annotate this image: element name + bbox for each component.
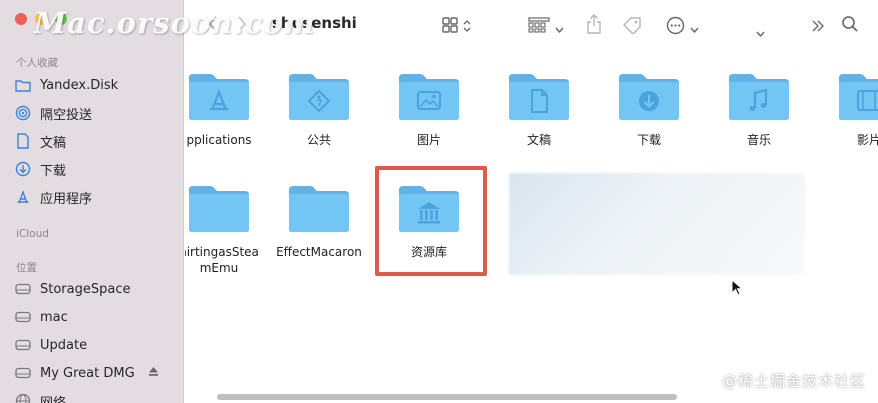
search-icon bbox=[841, 15, 859, 37]
more-toolbar-items-button[interactable] bbox=[811, 18, 825, 37]
toolbar-dropdown-button[interactable] bbox=[756, 22, 765, 41]
group-button[interactable] bbox=[528, 17, 564, 37]
sidebar-item-label: 文稿 bbox=[40, 135, 67, 151]
folder-label: 图片 bbox=[416, 133, 441, 147]
zoom-window-button[interactable] bbox=[55, 13, 67, 25]
chevron-down-icon bbox=[555, 18, 564, 37]
sidebar-header-locations: 位置 bbox=[16, 262, 37, 274]
download-icon bbox=[14, 160, 32, 178]
folder-item-shirtingassteamemu[interactable]: hirtingasStea mEmu bbox=[185, 182, 274, 276]
chevron-right-icon bbox=[237, 16, 247, 36]
sidebar-item-applications[interactable]: 应用程序 bbox=[14, 184, 175, 210]
sidebar-item-label: 应用程序 bbox=[40, 191, 93, 207]
sidebar-item-airdrop[interactable]: 隔空投送 bbox=[14, 100, 175, 126]
mouse-cursor-icon bbox=[731, 278, 744, 301]
ellipsis-circle-icon bbox=[666, 16, 685, 39]
drive-icon bbox=[14, 336, 32, 354]
sidebar-item-downloads[interactable]: 下载 bbox=[14, 156, 175, 182]
sidebar-item-label: 下载 bbox=[40, 163, 67, 179]
public-folder-icon bbox=[289, 74, 349, 120]
folder-icon bbox=[289, 186, 349, 232]
documents-folder-icon bbox=[509, 74, 569, 120]
grid-view-icon bbox=[441, 16, 459, 38]
drive-icon bbox=[14, 280, 32, 298]
eject-icon[interactable] bbox=[148, 366, 159, 381]
drive-icon bbox=[14, 364, 32, 382]
tag-button[interactable] bbox=[622, 16, 642, 38]
sidebar-item-storagespace[interactable]: StorageSpace bbox=[14, 276, 175, 302]
folder-item-effectmacaron[interactable]: EffectMacaron bbox=[264, 182, 374, 260]
folder-label: EffectMacaron bbox=[276, 245, 362, 259]
folder-icon bbox=[14, 76, 32, 94]
folder-label: hirtingasStea mEmu bbox=[185, 245, 259, 275]
view-mode-button[interactable] bbox=[441, 16, 471, 38]
search-button[interactable] bbox=[841, 15, 859, 37]
chevron-down-icon bbox=[756, 22, 765, 41]
sidebar-item-yandex-disk[interactable]: Yandex.Disk bbox=[14, 72, 175, 98]
folder-label: 公共 bbox=[306, 133, 331, 147]
pictures-folder-icon bbox=[399, 74, 459, 120]
chevron-updown-icon bbox=[463, 18, 471, 37]
airdrop-icon bbox=[14, 104, 32, 122]
folder-label: 文稿 bbox=[526, 133, 551, 147]
sidebar-item-label: Update bbox=[40, 337, 88, 353]
chevron-left-icon bbox=[208, 16, 218, 36]
applications-folder-icon bbox=[189, 74, 249, 120]
downloads-folder-icon bbox=[619, 74, 679, 120]
folder-item-documents[interactable]: 文稿 bbox=[484, 70, 594, 148]
folder-item-applications[interactable]: pplications bbox=[185, 70, 274, 148]
close-window-button[interactable] bbox=[15, 13, 27, 25]
group-icon bbox=[528, 17, 550, 37]
music-folder-icon bbox=[729, 74, 789, 120]
sidebar: 个人收藏 Yandex.Disk 隔空投送 文稿 下载 应用程序 iCloud … bbox=[0, 0, 184, 403]
tag-icon bbox=[622, 16, 642, 38]
network-icon bbox=[14, 392, 32, 403]
movies-folder-icon bbox=[839, 74, 878, 120]
sidebar-header-icloud: iCloud bbox=[16, 228, 49, 240]
sidebar-item-my-great-dmg[interactable]: My Great DMG bbox=[14, 360, 175, 386]
folder-item-music[interactable]: 音乐 bbox=[704, 70, 814, 148]
folder-label: 影片 bbox=[856, 133, 878, 147]
drive-icon bbox=[14, 308, 32, 326]
sidebar-item-update[interactable]: Update bbox=[14, 332, 175, 358]
folder-item-public[interactable]: 公共 bbox=[264, 70, 374, 148]
sidebar-header-favorites: 个人收藏 bbox=[16, 57, 58, 69]
minimize-window-button[interactable] bbox=[35, 13, 47, 25]
applications-icon bbox=[14, 188, 32, 206]
sidebar-item-label: 网络 bbox=[40, 395, 67, 403]
double-chevron-right-icon bbox=[811, 18, 825, 37]
toolbar: shusenshi bbox=[185, 0, 878, 52]
highlight-box bbox=[375, 166, 487, 276]
sidebar-item-network[interactable]: 网络 bbox=[14, 388, 175, 403]
sidebar-item-documents[interactable]: 文稿 bbox=[14, 128, 175, 154]
folder-item-pictures[interactable]: 图片 bbox=[374, 70, 484, 148]
window-title: shusenshi bbox=[272, 14, 357, 32]
document-icon bbox=[14, 132, 32, 150]
sidebar-item-label: mac bbox=[40, 309, 68, 325]
folder-label: 下载 bbox=[636, 133, 661, 147]
sidebar-item-label: My Great DMG bbox=[40, 365, 135, 381]
folder-icon bbox=[189, 186, 249, 232]
horizontal-scrollbar[interactable] bbox=[217, 394, 677, 400]
action-button[interactable] bbox=[666, 16, 699, 39]
forward-button[interactable] bbox=[237, 16, 247, 36]
sidebar-item-mac[interactable]: mac bbox=[14, 304, 175, 330]
sidebar-item-label: StorageSpace bbox=[40, 281, 131, 297]
chevron-down-icon bbox=[690, 18, 699, 37]
back-button[interactable] bbox=[208, 16, 218, 36]
source-credit: @稀土掘金技术社区 bbox=[721, 372, 866, 390]
sidebar-item-label: 隔空投送 bbox=[40, 107, 93, 123]
folder-item-downloads[interactable]: 下载 bbox=[594, 70, 704, 148]
blurred-region bbox=[509, 173, 805, 275]
share-icon bbox=[586, 14, 602, 38]
share-button[interactable] bbox=[586, 14, 602, 38]
file-browser-content: pplications 公共 图片 文稿 下载 音乐 影片 hirtingasS… bbox=[185, 52, 878, 403]
folder-label: 音乐 bbox=[746, 133, 771, 147]
sidebar-item-label: Yandex.Disk bbox=[40, 77, 119, 93]
folder-label: pplications bbox=[186, 133, 252, 147]
folder-item-movies[interactable]: 影片 bbox=[814, 70, 878, 148]
